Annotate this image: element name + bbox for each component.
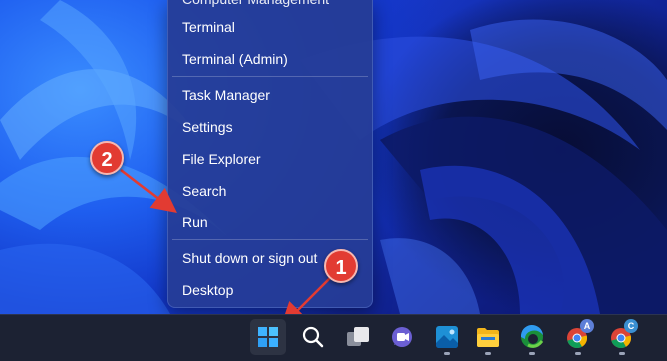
file-explorer-icon[interactable] bbox=[470, 319, 506, 355]
chrome-profile-a-icon[interactable]: A bbox=[560, 319, 596, 355]
profile-avatar-a: A bbox=[580, 319, 594, 333]
arrow-to-run bbox=[120, 169, 177, 214]
running-indicator bbox=[619, 352, 625, 355]
step-badge-1: 1 bbox=[324, 249, 358, 283]
step-badge-2: 2 bbox=[90, 141, 124, 175]
task-view-icon[interactable] bbox=[340, 319, 376, 355]
profile-avatar-c: C bbox=[624, 319, 638, 333]
teams-chat-icon[interactable] bbox=[384, 319, 420, 355]
running-indicator bbox=[575, 352, 581, 355]
taskbar: A C bbox=[0, 314, 667, 361]
windows-start-icon[interactable] bbox=[250, 319, 286, 355]
annotation-arrows bbox=[120, 169, 331, 328]
photos-icon[interactable] bbox=[429, 319, 465, 355]
running-indicator bbox=[485, 352, 491, 355]
chrome-profile-c-icon[interactable]: C bbox=[604, 319, 640, 355]
running-indicator bbox=[529, 352, 535, 355]
edge-browser-icon[interactable] bbox=[514, 319, 550, 355]
search-icon[interactable] bbox=[295, 319, 331, 355]
running-indicator bbox=[444, 352, 450, 355]
